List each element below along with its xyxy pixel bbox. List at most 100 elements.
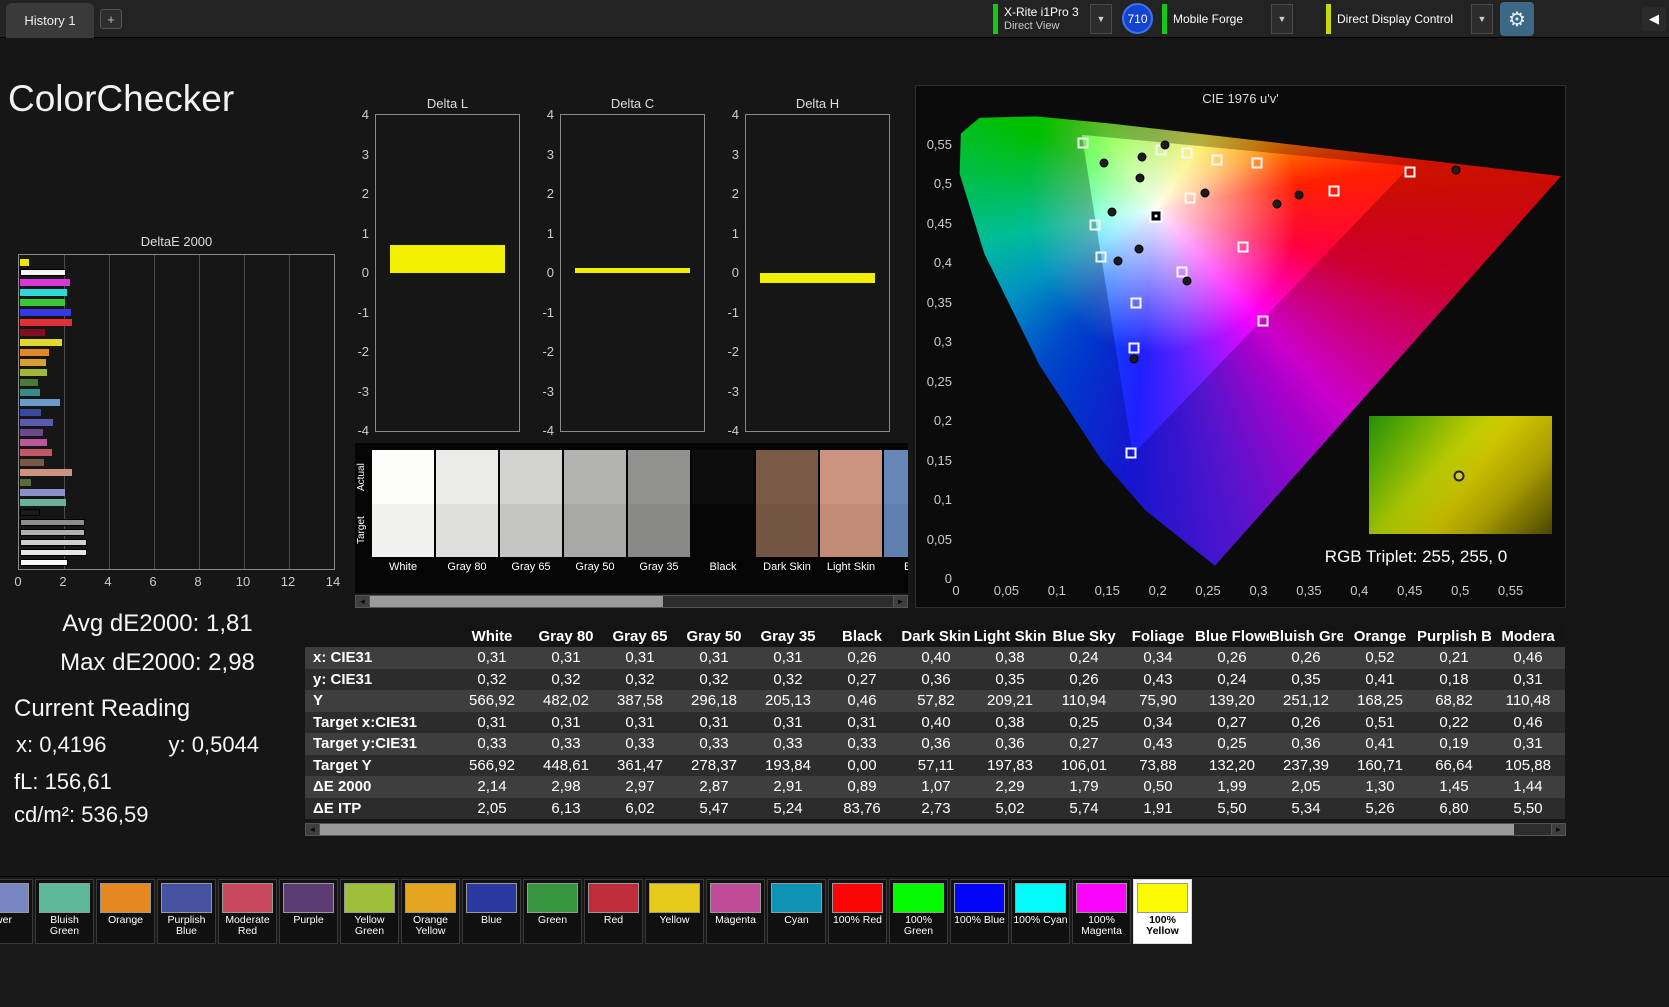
axis-tick: 0,35 bbox=[1296, 583, 1322, 598]
swatch-color bbox=[1137, 883, 1188, 913]
swatch-100-magenta[interactable]: 100% Magenta bbox=[1072, 879, 1131, 944]
patch-actual-swatch bbox=[884, 450, 908, 504]
swatch-green[interactable]: Green bbox=[523, 879, 582, 944]
swatch-moderate-red[interactable]: Moderate Red bbox=[218, 879, 277, 944]
cie-measured-circle bbox=[1135, 173, 1145, 183]
add-tab-button[interactable]: + bbox=[100, 9, 122, 29]
scroll-right-icon[interactable]: ► bbox=[1551, 824, 1565, 835]
swatch-color bbox=[588, 883, 639, 913]
table-row-x-cie31: x: CIE31 0,31 0,31 0,31 0,31 0,31 0,26 0,40 0,38… bbox=[305, 647, 1565, 669]
axis-tick: 0,55 bbox=[926, 136, 952, 152]
axis-tick: 3 bbox=[731, 146, 739, 162]
patch-blue[interactable]: Blue bbox=[884, 450, 908, 575]
patch-dark-skin[interactable]: Dark Skin bbox=[756, 450, 818, 575]
swatch-color bbox=[527, 883, 578, 913]
top-bar: History 1 + X-Rite i1Pro 3 Direct View ▼… bbox=[0, 0, 1669, 38]
scroll-right-icon[interactable]: ► bbox=[893, 596, 907, 607]
swatch-red[interactable]: Red bbox=[584, 879, 643, 944]
current-y: y: 0,5044 bbox=[168, 732, 260, 757]
settings-button[interactable]: ⚙ bbox=[1500, 2, 1534, 36]
swatch-yellow[interactable]: Yellow bbox=[645, 879, 704, 944]
scroll-thumb[interactable] bbox=[370, 596, 663, 607]
cie-target-square bbox=[1328, 185, 1340, 197]
patch-target-swatch bbox=[436, 504, 498, 557]
swatch-purple[interactable]: Purple bbox=[279, 879, 338, 944]
patch-target-swatch bbox=[372, 504, 434, 557]
de2000-chart-title: DeltaE 2000 bbox=[140, 234, 213, 249]
swatch-100-cyan[interactable]: 100% Cyan bbox=[1011, 879, 1070, 944]
swatch-color bbox=[344, 883, 395, 913]
chevron-down-icon[interactable]: ▼ bbox=[1471, 4, 1493, 34]
axis-tick: -4 bbox=[357, 423, 369, 438]
de-bar bbox=[20, 349, 50, 356]
display-control-selector[interactable]: Direct Display Control ▼ bbox=[1326, 4, 1493, 34]
swatch-color bbox=[771, 883, 822, 913]
cie-target-square bbox=[1128, 342, 1140, 354]
current-reading-heading: Current Reading bbox=[14, 695, 191, 722]
swatch-yellow-green[interactable]: Yellow Green bbox=[340, 879, 399, 944]
swatch-blue[interactable]: Blue bbox=[462, 879, 521, 944]
actual-row-label: Actual bbox=[356, 463, 367, 491]
swatch-bluish-green[interactable]: Bluish Green bbox=[35, 879, 94, 944]
table-row-target-y-cie31: Target y:CIE31 0,33 0,33 0,33 0,33 0,33 0,33 0,… bbox=[305, 733, 1565, 755]
swatch-100-yellow[interactable]: 100% Yellow bbox=[1133, 879, 1192, 944]
delta-c-chart: Delta C 4 3 2 1 0 -1 -2 -3 -4 bbox=[542, 96, 705, 438]
chevron-down-icon[interactable]: ▼ bbox=[1090, 4, 1112, 34]
swatch-label: 100% Magenta bbox=[1081, 914, 1122, 937]
swatch-orange-yellow[interactable]: Orange Yellow bbox=[401, 879, 460, 944]
table-scrollbar[interactable]: ◄ ► bbox=[305, 823, 1566, 836]
swatch-cyan[interactable]: Cyan bbox=[767, 879, 826, 944]
app-window: History 1 + X-Rite i1Pro 3 Direct View ▼… bbox=[0, 0, 1669, 1007]
swatch-magenta[interactable]: Magenta bbox=[706, 879, 765, 944]
axis-tick: 0,45 bbox=[1397, 583, 1423, 598]
patch-label: Blue bbox=[903, 561, 908, 573]
patch-label: Gray 65 bbox=[511, 561, 551, 573]
table-row--e-2000: ΔE 2000 2,14 2,98 2,97 2,87 2,91 0,89 1,07 2,29 1… bbox=[305, 776, 1565, 798]
cie-active-point bbox=[1149, 209, 1163, 223]
patch-white[interactable]: White bbox=[372, 450, 434, 575]
axis-tick: 3 bbox=[546, 146, 554, 162]
de-bar bbox=[20, 379, 38, 386]
scroll-thumb[interactable] bbox=[320, 824, 1515, 835]
swatch-100-green[interactable]: 100% Green bbox=[889, 879, 948, 944]
de-bar bbox=[20, 359, 46, 366]
axis-tick: 2 bbox=[731, 186, 739, 201]
patch-light-skin[interactable]: Light Skin bbox=[820, 450, 882, 575]
cie-measured-circle bbox=[1137, 152, 1147, 162]
swatch-wer[interactable]: wer bbox=[0, 879, 33, 944]
swatch-label: Bluish Green bbox=[49, 914, 80, 937]
swatch-color bbox=[222, 883, 273, 913]
swatch-100-red[interactable]: 100% Red bbox=[828, 879, 887, 944]
swatch-orange[interactable]: Orange bbox=[96, 879, 155, 944]
delta-c-bar bbox=[575, 268, 690, 273]
scroll-left-icon[interactable]: ◄ bbox=[306, 824, 320, 835]
patch-gray-65[interactable]: Gray 65 bbox=[500, 450, 562, 575]
axis-tick: 2 bbox=[546, 186, 554, 201]
meter-selector[interactable]: X-Rite i1Pro 3 Direct View ▼ bbox=[993, 4, 1112, 34]
chevron-down-icon[interactable]: ▼ bbox=[1271, 4, 1293, 34]
measurement-count-badge[interactable]: 710 bbox=[1122, 3, 1153, 34]
patch-strip-panel: Actual Target White Gray 80 Gray 65 Gray 50… bbox=[355, 443, 908, 593]
de-bar bbox=[20, 459, 45, 466]
de-bar bbox=[20, 309, 71, 316]
patch-black[interactable]: Black bbox=[692, 450, 754, 575]
scroll-left-icon[interactable]: ◄ bbox=[356, 596, 370, 607]
swatch-color bbox=[405, 883, 456, 913]
pattern-generator-selector[interactable]: Mobile Forge ▼ bbox=[1162, 4, 1293, 34]
axis-tick: -1 bbox=[727, 304, 739, 320]
tab-history-1[interactable]: History 1 bbox=[6, 3, 94, 38]
patch-strip-scrollbar[interactable]: ◄ ► bbox=[355, 595, 908, 608]
axis-tick: 10 bbox=[235, 574, 251, 589]
axis-tick: 0,2 bbox=[1148, 583, 1167, 598]
axis-tick: 0,15 bbox=[1094, 583, 1120, 598]
patch-gray-50[interactable]: Gray 50 bbox=[564, 450, 626, 575]
swatch-100-blue[interactable]: 100% Blue bbox=[950, 879, 1009, 944]
collapse-panel-button[interactable]: ◀ bbox=[1642, 7, 1666, 31]
patch-gray-80[interactable]: Gray 80 bbox=[436, 450, 498, 575]
patch-gray-35[interactable]: Gray 35 bbox=[628, 450, 690, 575]
de-bar bbox=[20, 529, 85, 536]
de-bar bbox=[20, 519, 86, 526]
swatch-color bbox=[161, 883, 212, 913]
swatch-purplish-blue[interactable]: Purplish Blue bbox=[157, 879, 216, 944]
axis-tick: 0,25 bbox=[926, 373, 952, 389]
